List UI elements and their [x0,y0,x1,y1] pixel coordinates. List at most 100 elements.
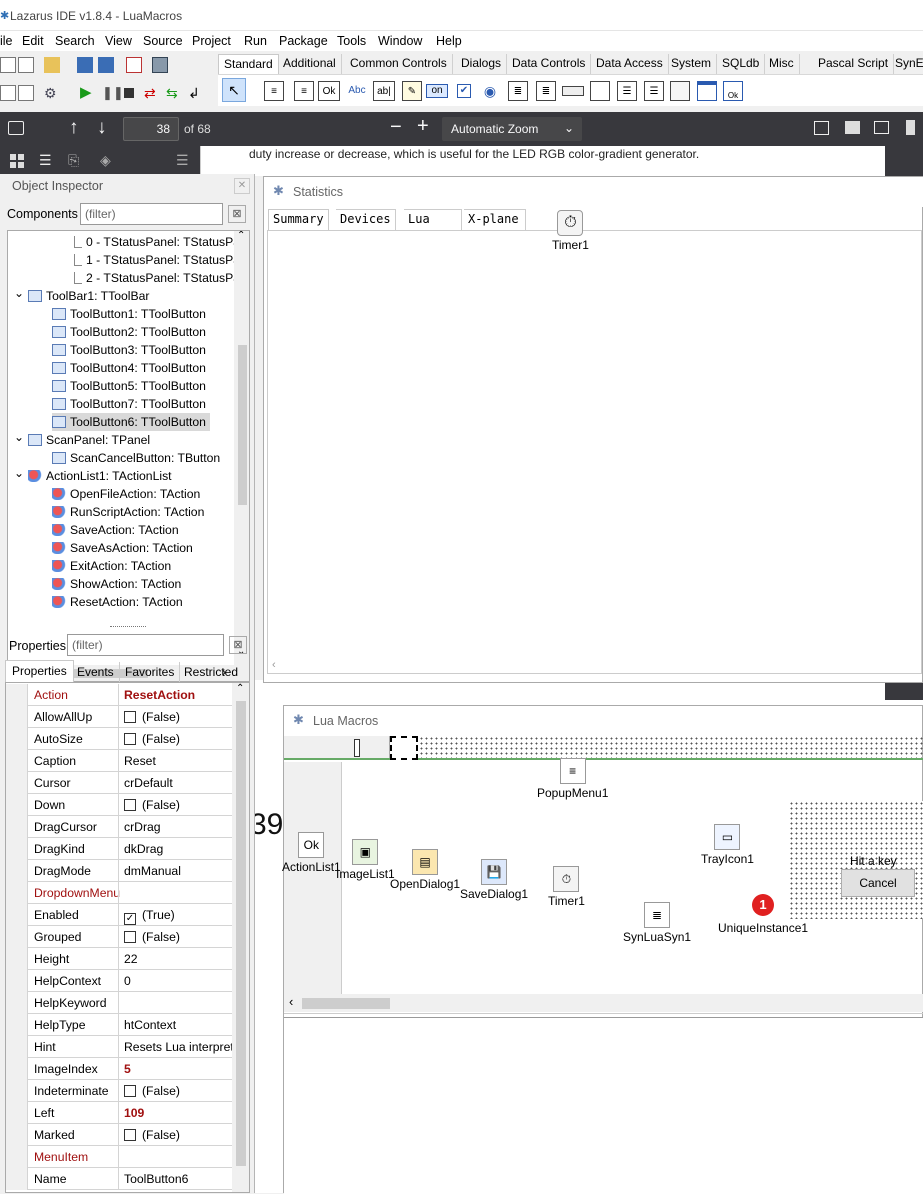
form-component[interactable]: ▤ OpenDialog1 [390,849,460,891]
property-row[interactable]: Left 109 [6,1102,232,1124]
zoom-out-icon[interactable]: − [390,116,402,139]
property-value[interactable]: Resets Lua interprete [124,1040,232,1054]
expand-chevron-icon[interactable]: ⌄ [14,284,24,302]
save-icon[interactable] [77,57,93,73]
attachments-icon[interactable]: ⎘ [68,152,79,169]
tree-vscrollbar[interactable]: ⌃ ⌄ [234,231,249,665]
property-row[interactable]: Hint Resets Lua interprete [6,1036,232,1058]
property-row[interactable]: AutoSize (False) [6,728,232,750]
property-row[interactable]: Grouped (False) [6,926,232,948]
lua-hscroll-thumb[interactable] [302,998,390,1009]
menu-project[interactable]: Project [192,34,231,48]
sidebar-toggle-icon[interactable] [8,121,24,135]
checkbox-unchecked-icon[interactable] [124,1129,136,1141]
form-component[interactable]: ≣ SynLuaSyn1 [623,902,691,944]
property-value[interactable]: (False) [124,1084,232,1098]
tree-node[interactable]: ToolButton7: TToolButton [52,395,206,413]
menu-run[interactable]: Run [244,34,267,48]
form-component[interactable]: ▣ ImageList1 [336,839,395,881]
property-row[interactable]: ›ActionResetAction [6,684,232,706]
checkbox-unchecked-icon[interactable] [124,711,136,723]
lua-hscrollbar[interactable]: ‹ [284,994,923,1012]
property-row[interactable]: HelpContext 0 [6,970,232,992]
properties-filter-clear-icon[interactable]: ⊠ [229,636,247,654]
download-icon[interactable] [874,121,889,134]
tree-node[interactable]: OpenFileAction: TAction [52,485,200,503]
view-units-icon[interactable] [0,85,16,101]
tree-node[interactable]: ScanCancelButton: TButton [52,449,220,467]
menu-view[interactable]: View [105,34,132,48]
tree-node[interactable]: SaveAsAction: TAction [52,539,193,557]
tab-restricted[interactable]: Restricted [180,662,243,682]
page-number-input[interactable]: 38 [123,117,179,141]
tree-node[interactable]: ToolButton6: TToolButton [52,413,210,431]
form-component[interactable]: ≡ PopupMenu1 [537,758,608,800]
form-component[interactable]: ⏱ Timer1 [548,866,585,908]
props-vscrollbar[interactable]: ⌃ [232,683,249,1192]
property-value[interactable]: (False) [124,798,232,812]
scrollbar-icon[interactable] [562,86,584,96]
tab-common-controls[interactable]: Common Controls [345,54,453,74]
zoom-select[interactable]: Automatic Zoom ⌄ [442,117,582,141]
bookmark-icon[interactable] [906,120,915,135]
listbox-icon[interactable]: ≣ [508,81,528,101]
form-component[interactable]: ▭ TrayIcon1 [701,824,754,866]
frame-icon[interactable] [697,81,717,101]
tree-node[interactable]: ShowAction: TAction [52,575,181,593]
tree-node[interactable]: ToolButton5: TToolButton [52,377,206,395]
tree-node[interactable]: ResetAction: TAction [52,593,183,611]
property-value[interactable]: 0 [124,974,232,988]
current-outline-icon[interactable]: ☰ [176,152,189,169]
tab-x-plane[interactable]: X-plane [464,209,526,230]
timer-component[interactable]: ⏱ Timer1 [552,210,589,252]
prev-page-icon[interactable]: ↑ [69,117,79,139]
tab-properties[interactable]: Properties [5,660,74,682]
tab-misc[interactable]: Misc [764,54,800,74]
tree-node[interactable]: ExitAction: TAction [52,557,171,575]
pause-icon[interactable]: ❚❚ [102,85,124,101]
combobox-icon[interactable]: ≣ [536,81,556,101]
property-row[interactable]: MenuItem [6,1146,232,1168]
property-value[interactable]: crDrag [124,820,232,834]
selected-tool-button[interactable] [390,736,418,760]
property-row[interactable]: DragMode dmManual [6,860,232,882]
view-toggle-icon[interactable] [18,85,34,101]
tab-dialogs[interactable]: Dialogs [456,54,508,74]
tree-node[interactable]: ToolButton3: TToolButton [52,341,206,359]
radiogroup-icon[interactable]: ☰ [617,81,637,101]
print-icon[interactable] [845,121,860,134]
arrow-icon[interactable]: ↖ [222,78,246,102]
step-over-icon[interactable]: ⇆ [166,85,182,101]
form-component[interactable]: 1 UniqueInstance1 [718,893,808,935]
property-value[interactable]: Reset [124,754,232,768]
property-value[interactable]: ToolButton6 [124,1172,232,1186]
zoom-in-icon[interactable]: + [417,115,429,138]
property-value[interactable]: 109 [124,1106,232,1120]
tree-vscroll-thumb[interactable] [238,345,247,505]
label-icon[interactable]: Abc [346,81,368,101]
property-row[interactable]: DragCursor crDrag [6,816,232,838]
expand-chevron-icon[interactable]: ⌄ [14,464,24,482]
tree-node[interactable]: 0 - TStatusPanel: TStatusPa [68,233,240,251]
outline-icon[interactable]: ☰ [39,152,52,169]
stats-scroll-left-icon[interactable]: ‹ [272,659,276,671]
form-component[interactable]: 💾 SaveDialog1 [460,859,528,901]
memo-icon[interactable]: ✎ [402,81,422,101]
checkgroup-icon[interactable]: ☰ [644,81,664,101]
checkbox-icon[interactable]: ✔ [457,84,471,98]
panel-icon[interactable] [670,81,690,101]
stop-icon[interactable] [124,88,134,98]
layers-icon[interactable]: ◈ [100,152,111,169]
scan-panel[interactable]: Hit a key Cancel [789,801,923,919]
checkbox-unchecked-icon[interactable] [124,1085,136,1097]
radiobutton-icon[interactable]: ◉ [480,81,500,101]
mainmenu-icon[interactable]: ≡ [264,81,284,101]
property-row[interactable]: Caption Reset [6,750,232,772]
tree-node[interactable]: ⌄ ActionList1: TActionList [14,466,172,485]
view-forms-icon[interactable] [152,57,168,73]
presentation-icon[interactable] [814,121,829,135]
toggle-form-icon[interactable] [126,57,142,73]
menu-window[interactable]: Window [378,34,422,48]
tab-events[interactable]: Events [72,662,120,682]
tab-favorites[interactable]: Favorites [120,662,181,682]
